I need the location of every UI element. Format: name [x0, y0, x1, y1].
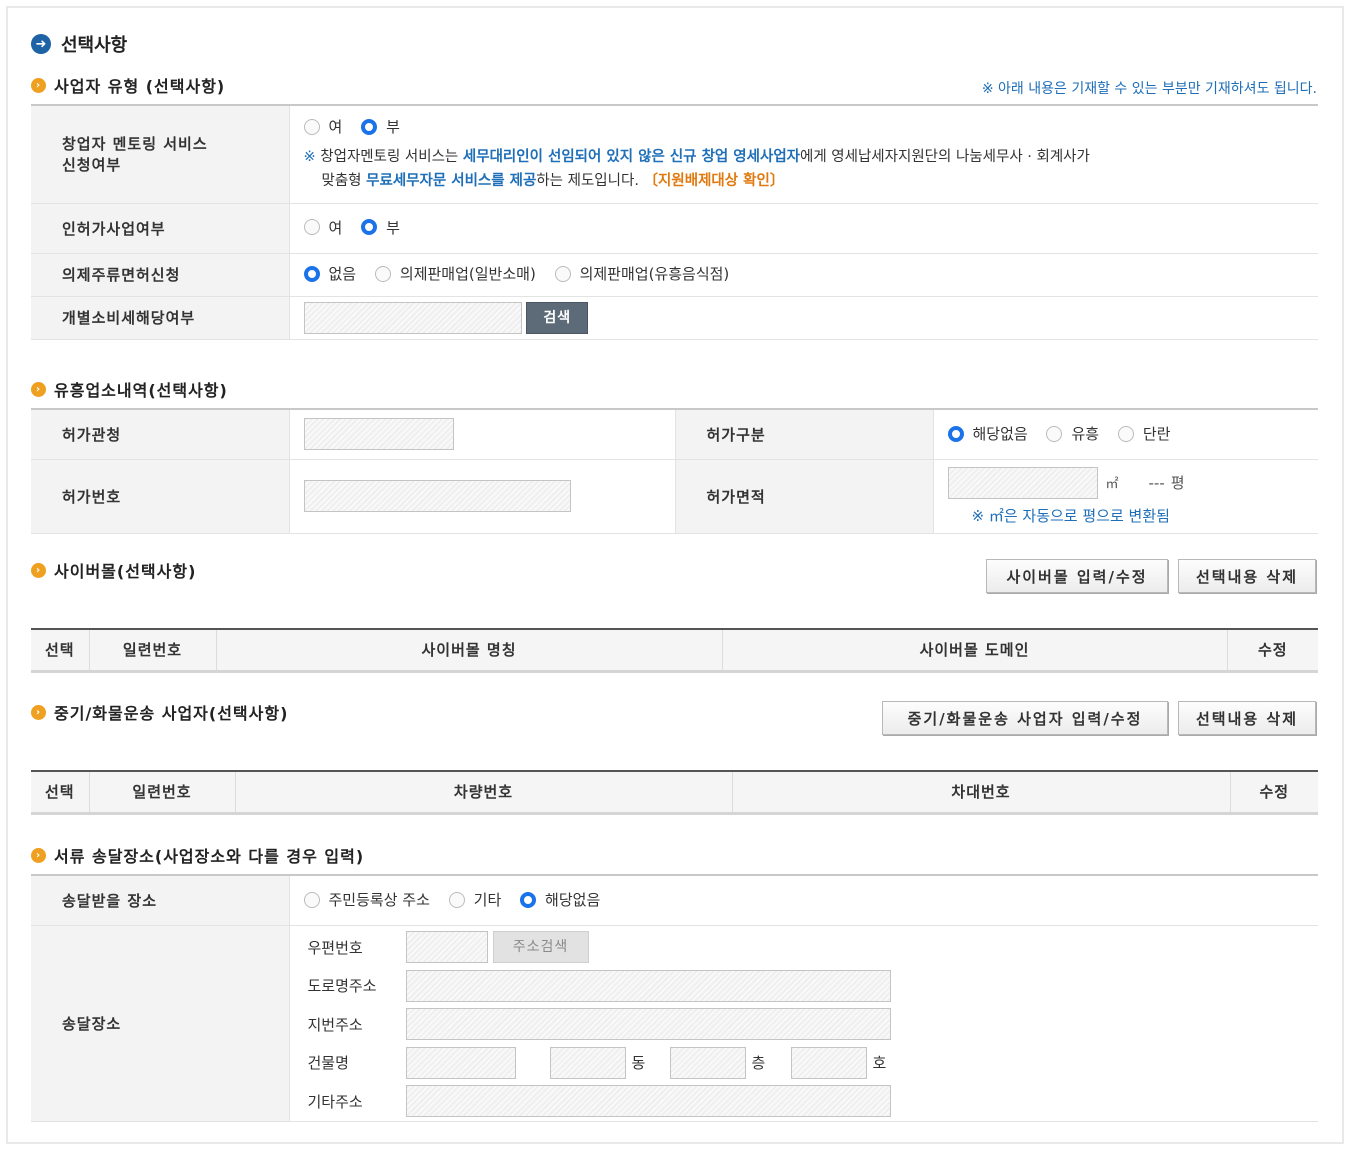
zip-label: 우편번호	[307, 938, 363, 957]
cybermall-title-text: 사이버몰(선택사항)	[54, 562, 197, 581]
license-biz-label: 인허가사업여부	[31, 203, 290, 254]
col-edit: 수정	[1227, 629, 1318, 671]
permit-type-label: 허가구분	[675, 409, 934, 460]
delivery-radio-none[interactable]: 해당없음	[520, 889, 600, 910]
etc-address-label: 기타주소	[307, 1092, 363, 1111]
area-conversion-note: ※ ㎡은 자동으로 평으로 변환됨	[971, 506, 1170, 525]
cybermall-delete-button[interactable]: 선택내용 삭제	[1178, 559, 1316, 593]
col-mall-domain: 사이버몰 도메인	[722, 629, 1228, 671]
chevron-right-icon: ›	[31, 381, 46, 397]
cybermall-edit-button[interactable]: 사이버몰 입력/수정	[986, 559, 1168, 593]
col-vehicle-no: 차량번호	[235, 771, 733, 813]
business-type-title-text: 사업자 유형 (선택사항)	[54, 77, 226, 96]
entertainment-title: › 유흥업소내역(선택사항)	[31, 377, 228, 401]
delivery-title-text: 서류 송달장소(사업장소와 다를 경우 입력)	[54, 847, 365, 866]
entertainment-table: 허가관청 허가구분 해당없음 유흥 단란 허가번호 허가면적 ㎡ --- 평 ※…	[31, 408, 1318, 534]
pyeong-value: ---	[1148, 473, 1165, 492]
transport-delete-button[interactable]: 선택내용 삭제	[1178, 701, 1316, 735]
delivery-place-label: 송달받을 장소	[31, 875, 290, 926]
delivery-address-label: 송달장소	[31, 925, 290, 1122]
chevron-right-icon: ›	[31, 562, 46, 578]
permit-type-radio-none[interactable]: 해당없음	[947, 423, 1028, 444]
exclusion-check-link[interactable]: 〔지원배제대상 확인〕	[644, 173, 785, 189]
permit-office-input[interactable]	[303, 418, 454, 451]
permit-area-label: 허가면적	[675, 459, 934, 534]
liquor-label: 의제주류면허신청	[31, 253, 290, 297]
col-select: 선택	[31, 771, 90, 813]
col-select: 선택	[31, 629, 90, 671]
cybermall-title: › 사이버몰(선택사항)	[31, 558, 196, 582]
zip-input[interactable]	[405, 931, 488, 963]
business-type-table: 창업자 멘토링 서비스 신청여부 여 부 ※ 창업자멘토링 서비스는 세무대리인…	[31, 104, 1318, 340]
floor-input[interactable]	[669, 1046, 746, 1079]
cybermall-header-row: 선택 일련번호 사이버몰 명칭 사이버몰 도메인 수정	[31, 629, 1318, 671]
mentoring-highlight-target: 세무대리인이 선임되어 있지 않은 신규 창업 영세사업자	[462, 148, 800, 165]
building-name-input[interactable]	[405, 1046, 516, 1079]
floor-unit: 층	[751, 1054, 766, 1072]
pyeong-unit: 평	[1170, 474, 1185, 492]
permit-type-radio-dance[interactable]: 단란	[1117, 423, 1170, 444]
delivery-table: 송달받을 장소 주민등록상 주소 기타 해당없음 송달장소 우편번호 주소검색 …	[31, 874, 1318, 1122]
permit-area-input[interactable]	[947, 466, 1098, 499]
ho-unit: 호	[872, 1054, 887, 1072]
sqm-unit: ㎡	[1105, 477, 1119, 492]
transport-header-row: 선택 일련번호 차량번호 차대번호 수정	[31, 771, 1318, 813]
license-radio-yes[interactable]: 여	[303, 217, 342, 238]
dong-input[interactable]	[549, 1046, 626, 1079]
permit-office-label: 허가관청	[31, 409, 290, 460]
col-serial: 일련번호	[89, 771, 236, 813]
transport-table: 선택 일련번호 차량번호 차대번호 수정	[31, 770, 1318, 815]
mentoring-label: 창업자 멘토링 서비스 신청여부	[31, 105, 290, 204]
excise-search-button[interactable]: 검색	[526, 301, 589, 334]
mentoring-radio-yes[interactable]: 여	[303, 116, 342, 137]
liquor-radio-general[interactable]: 의제판매업(일반소매)	[374, 263, 536, 284]
building-label: 건물명	[307, 1054, 349, 1072]
business-type-title: › 사업자 유형 (선택사항)	[31, 73, 225, 97]
lot-address-input[interactable]	[405, 1008, 891, 1040]
mentoring-radio-no[interactable]: 부	[361, 116, 400, 137]
mentoring-highlight-service: 무료세무자문 서비스를 제공	[366, 172, 537, 189]
permit-no-input[interactable]	[303, 480, 571, 512]
excise-input[interactable]	[303, 301, 522, 334]
excise-label: 개별소비세해당여부	[31, 296, 290, 340]
arrow-right-circle-icon: ➜	[31, 34, 51, 54]
permit-type-radio-entertain[interactable]: 유흥	[1046, 423, 1099, 444]
address-search-button[interactable]: 주소검색	[492, 931, 589, 963]
chevron-right-icon: ›	[31, 847, 46, 863]
note-mark: ※	[303, 148, 316, 165]
col-mall-name: 사이버몰 명칭	[216, 629, 723, 671]
col-edit: 수정	[1230, 771, 1318, 813]
mentoring-label-line1: 창업자 멘토링 서비스	[62, 135, 208, 154]
transport-title: › 중기/화물운송 사업자(선택사항)	[31, 700, 288, 724]
etc-address-input[interactable]	[405, 1085, 891, 1117]
mentoring-description: ※ 창업자멘토링 서비스는 세무대리인이 선임되어 있지 않은 신규 창업 영세…	[303, 148, 1090, 189]
delivery-radio-other[interactable]: 기타	[448, 889, 501, 910]
cybermall-table: 선택 일련번호 사이버몰 명칭 사이버몰 도메인 수정	[31, 628, 1318, 673]
mentoring-label-line2: 신청여부	[62, 156, 122, 175]
ho-input[interactable]	[790, 1046, 867, 1079]
dong-unit: 동	[631, 1054, 646, 1072]
license-radio-no[interactable]: 부	[361, 217, 400, 238]
entertainment-title-text: 유흥업소내역(선택사항)	[54, 381, 228, 400]
chevron-right-icon: ›	[31, 704, 46, 720]
main-title-text: 선택사항	[61, 35, 128, 56]
permit-no-label: 허가번호	[31, 459, 290, 534]
delivery-radio-resident[interactable]: 주민등록상 주소	[303, 889, 430, 910]
mentoring-cell: 여 부 ※ 창업자멘토링 서비스는 세무대리인이 선임되어 있지 않은 신규 창…	[289, 105, 1318, 204]
liquor-radio-none[interactable]: 없음	[303, 263, 356, 284]
delivery-title: › 서류 송달장소(사업장소와 다를 경우 입력)	[31, 843, 364, 867]
road-address-input[interactable]	[405, 969, 891, 1002]
col-chassis-no: 차대번호	[732, 771, 1231, 813]
lot-address-label: 지번주소	[307, 1015, 363, 1034]
liquor-radio-entertain[interactable]: 의제판매업(유흥음식점)	[554, 263, 729, 284]
transport-edit-button[interactable]: 중기/화물운송 사업자 입력/수정	[882, 701, 1168, 735]
col-serial: 일련번호	[89, 629, 217, 671]
optional-fill-note: ※ 아래 내용은 기재할 수 있는 부분만 기재하셔도 됩니다.	[981, 81, 1317, 97]
transport-title-text: 중기/화물운송 사업자(선택사항)	[54, 704, 289, 723]
road-address-label: 도로명주소	[307, 977, 377, 995]
chevron-right-icon: ›	[31, 77, 46, 93]
main-title: ➜ 선택사항	[31, 31, 127, 57]
